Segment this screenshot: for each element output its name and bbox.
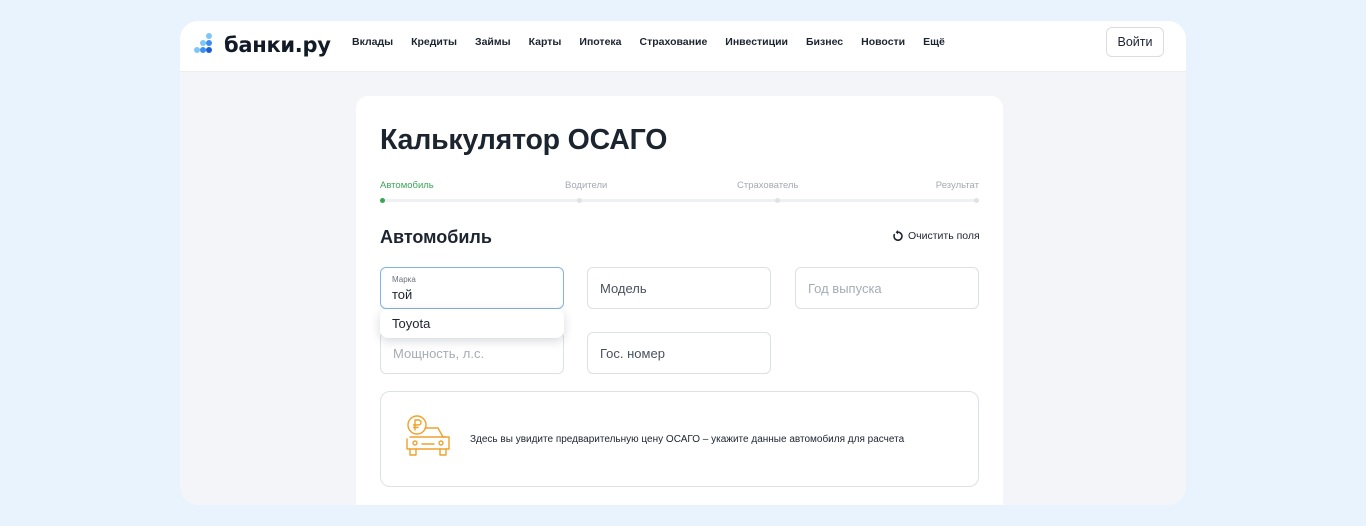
page-frame: банки.ру Вклады Кредиты Займы Карты Ипот… — [180, 21, 1186, 505]
nav-item-business[interactable]: Бизнес — [806, 35, 843, 49]
progress-steps: Автомобиль Водители Страхователь Результ… — [380, 180, 979, 210]
logo[interactable]: банки.ру — [194, 31, 331, 59]
year-field-placeholder: Год выпуска — [808, 281, 882, 296]
nav-item-insurance[interactable]: Страхование — [640, 35, 708, 49]
step-car[interactable]: Автомобиль — [380, 180, 434, 191]
year-field[interactable]: Год выпуска — [795, 267, 979, 309]
suggestion-item[interactable]: Toyota — [392, 316, 430, 331]
step-insurer[interactable]: Страхователь — [737, 180, 798, 191]
price-info-box: Здесь вы увидите предварительную цену ОС… — [380, 391, 979, 487]
section-title: Автомобиль — [380, 227, 492, 247]
nav-item-mortgage[interactable]: Ипотека — [579, 35, 621, 49]
step-drivers[interactable]: Водители — [565, 180, 607, 191]
plate-field-placeholder: Гос. номер — [600, 346, 665, 361]
nav-item-loans[interactable]: Займы — [475, 35, 511, 49]
car-ruble-icon — [406, 415, 450, 456]
nav-item-cards[interactable]: Карты — [529, 35, 562, 49]
nav-item-news[interactable]: Новости — [861, 35, 905, 49]
nav-item-more[interactable]: Ещё — [923, 35, 945, 49]
nav-item-deposits[interactable]: Вклады — [352, 35, 393, 49]
nav-item-investments[interactable]: Инвестиции — [725, 35, 788, 49]
brand-field-value: той — [392, 287, 413, 302]
model-field[interactable]: Модель — [587, 267, 771, 309]
main-nav: Вклады Кредиты Займы Карты Ипотека Страх… — [352, 35, 963, 49]
brand-suggestions: Toyota — [380, 309, 564, 338]
calculator-card: Калькулятор ОСАГО Автомобиль Водители Ст… — [356, 96, 1003, 505]
logo-text: банки.ру — [224, 33, 331, 57]
brand-field[interactable]: Марка той — [380, 267, 564, 309]
step-dot-car — [380, 198, 385, 203]
step-result[interactable]: Результат — [936, 180, 979, 191]
step-dot-result — [974, 198, 979, 203]
login-button[interactable]: Войти — [1106, 27, 1164, 57]
model-field-placeholder: Модель — [600, 281, 647, 296]
brand-field-label: Марка — [392, 275, 416, 284]
progress-track — [380, 199, 979, 202]
step-dot-drivers — [577, 198, 582, 203]
power-field[interactable]: Мощность, л.с. — [380, 332, 564, 374]
clear-fields-button[interactable]: Очистить поля — [892, 230, 980, 242]
power-field-placeholder: Мощность, л.с. — [393, 346, 485, 361]
site-header: банки.ру Вклады Кредиты Займы Карты Ипот… — [180, 21, 1186, 72]
price-info-text: Здесь вы увидите предварительную цену ОС… — [470, 434, 905, 445]
refresh-icon — [893, 230, 903, 241]
step-dot-insurer — [775, 198, 780, 203]
plate-field[interactable]: Гос. номер — [587, 332, 771, 374]
logo-dots-icon — [194, 33, 218, 57]
nav-item-credits[interactable]: Кредиты — [411, 35, 457, 49]
page-title: Калькулятор ОСАГО — [380, 124, 668, 156]
clear-fields-label: Очистить поля — [908, 230, 980, 242]
